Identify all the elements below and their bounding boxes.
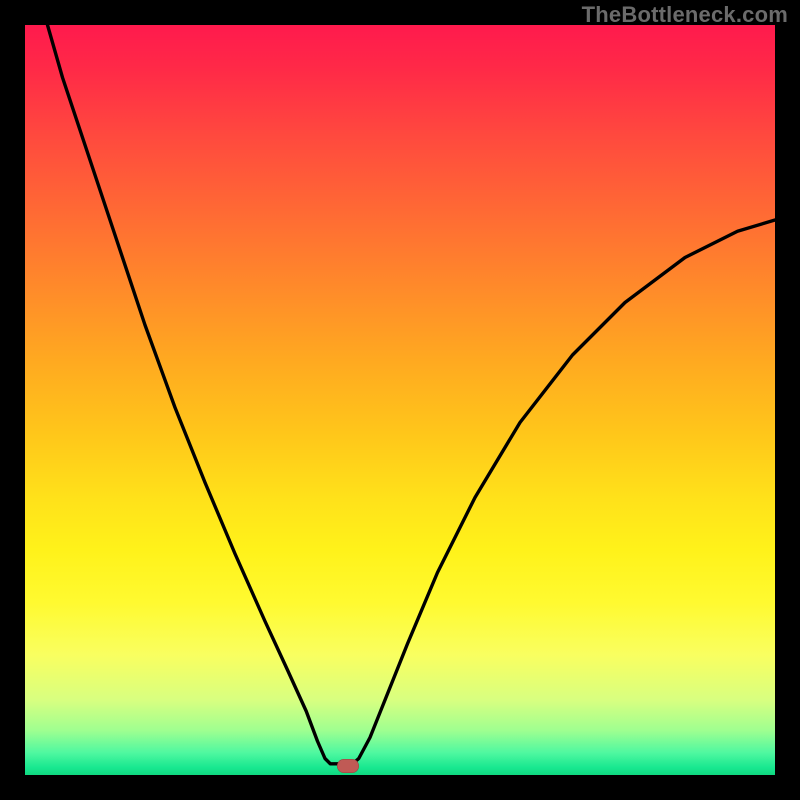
watermark-text: TheBottleneck.com	[582, 2, 788, 28]
chart-frame: TheBottleneck.com	[0, 0, 800, 800]
plot-area	[25, 25, 775, 775]
bottleneck-curve	[25, 25, 775, 775]
optimal-marker	[337, 759, 359, 773]
curve-path	[48, 25, 776, 764]
